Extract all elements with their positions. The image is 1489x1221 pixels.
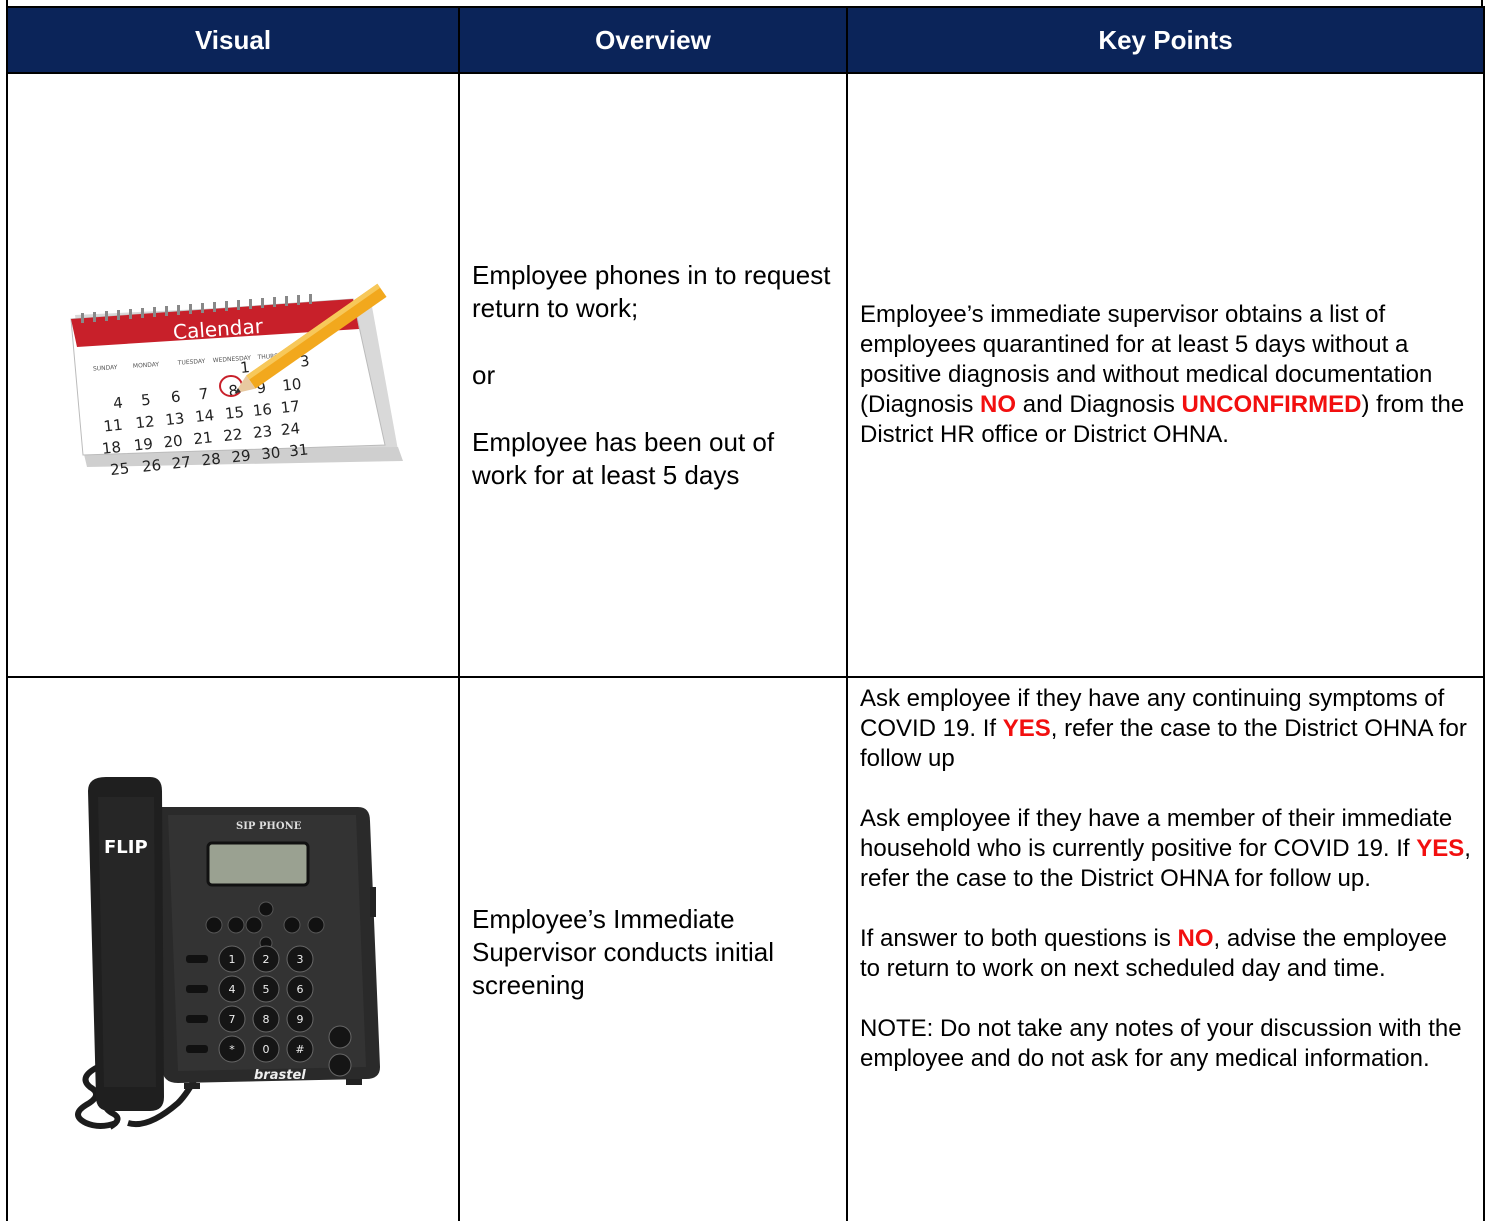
- overview-line-2: or: [472, 359, 496, 390]
- svg-text:23: 23: [252, 422, 273, 442]
- svg-text:29: 29: [231, 446, 252, 466]
- svg-text:7: 7: [198, 385, 209, 404]
- desk-phone-icon: FLIP SIP PHONE 1 2 3 4 5 6 7 8 9 * 0 # b…: [75, 777, 380, 1130]
- svg-text:9: 9: [297, 1013, 304, 1026]
- key-points-text: Employee’s immediate supervisor obtains …: [860, 301, 1465, 448]
- no-highlight: NO: [1177, 925, 1214, 952]
- header-visual: Visual: [6, 6, 460, 74]
- svg-text:27: 27: [171, 453, 192, 473]
- svg-text:4: 4: [112, 394, 123, 413]
- overview-cell: Employee’s Immediate Supervisor conducts…: [458, 676, 848, 1221]
- yes-highlight: YES: [1416, 835, 1465, 862]
- calendar-with-pencil-icon: Calendar SUNDAYMONDAYTUESDAY WEDNESDAYTH…: [70, 283, 403, 475]
- header-overview: Overview: [458, 6, 848, 74]
- svg-text:15: 15: [224, 403, 245, 423]
- svg-text:0: 0: [263, 1043, 270, 1056]
- overview-line-3: Employee has been out of work for at lea…: [472, 426, 775, 490]
- svg-text:16: 16: [252, 400, 273, 420]
- diagnosis-unconfirmed-highlight: UNCONFIRMED: [1181, 391, 1362, 418]
- svg-text:30: 30: [260, 443, 281, 463]
- svg-text:18: 18: [101, 438, 122, 458]
- visual-cell: Calendar SUNDAYMONDAYTUESDAY WEDNESDAYTH…: [6, 72, 460, 678]
- svg-text:4: 4: [229, 983, 236, 996]
- svg-text:*: *: [229, 1043, 235, 1056]
- svg-text:5: 5: [140, 391, 151, 410]
- key-point-symptoms: Ask employee if they have any continuing…: [860, 685, 1467, 772]
- procedure-table: Visual Overview Key Points Calendar SUND…: [6, 6, 1485, 1221]
- svg-text:21: 21: [193, 428, 214, 448]
- phone-image: FLIP SIP PHONE 1 2 3 4 5 6 7 8 9 * 0 # b…: [8, 767, 458, 1137]
- svg-text:#: #: [295, 1043, 304, 1056]
- svg-text:6: 6: [297, 983, 304, 996]
- svg-text:1: 1: [229, 953, 236, 966]
- table-row: FLIP SIP PHONE 1 2 3 4 5 6 7 8 9 * 0 # b…: [6, 676, 1485, 1221]
- table-header-row: Visual Overview Key Points: [6, 6, 1485, 74]
- header-key-points: Key Points: [846, 6, 1485, 74]
- visual-cell: FLIP SIP PHONE 1 2 3 4 5 6 7 8 9 * 0 # b…: [6, 676, 460, 1221]
- svg-text:8: 8: [263, 1013, 270, 1026]
- svg-text:13: 13: [164, 409, 185, 429]
- key-points-cell: Employee’s immediate supervisor obtains …: [846, 72, 1485, 678]
- svg-text:31: 31: [288, 440, 309, 460]
- svg-text:25: 25: [109, 459, 130, 475]
- svg-text:19: 19: [133, 435, 154, 455]
- svg-text:14: 14: [194, 406, 215, 426]
- svg-text:10: 10: [281, 375, 302, 395]
- phone-brand: FLIP: [104, 837, 148, 858]
- key-point-note: NOTE: Do not take any notes of your disc…: [860, 1015, 1462, 1072]
- overview-text: Employee’s Immediate Supervisor conducts…: [472, 903, 775, 1000]
- svg-text:11: 11: [103, 416, 124, 436]
- svg-text:28: 28: [201, 450, 222, 470]
- table-row: Calendar SUNDAYMONDAYTUESDAY WEDNESDAYTH…: [6, 72, 1485, 678]
- svg-text:6: 6: [170, 388, 181, 407]
- svg-text:26: 26: [141, 456, 162, 475]
- key-points-cell: Ask employee if they have any continuing…: [846, 676, 1485, 1221]
- svg-text:12: 12: [135, 412, 156, 432]
- key-point-household: Ask employee if they have a member of th…: [860, 805, 1471, 892]
- svg-text:5: 5: [263, 983, 270, 996]
- phone-maker: brastel: [254, 1068, 306, 1083]
- svg-text:20: 20: [163, 432, 184, 452]
- diagnosis-no-highlight: NO: [980, 391, 1017, 418]
- svg-text:3: 3: [297, 953, 304, 966]
- svg-text:2: 2: [263, 953, 270, 966]
- svg-text:17: 17: [280, 397, 301, 417]
- svg-text:24: 24: [280, 419, 301, 439]
- overview-cell: Employee phones in to request return to …: [458, 72, 848, 678]
- overview-line-1: Employee phones in to request return to …: [472, 259, 831, 323]
- yes-highlight: YES: [1002, 715, 1051, 742]
- calendar-image: Calendar SUNDAYMONDAYTUESDAY WEDNESDAYTH…: [8, 275, 458, 475]
- phone-label: SIP PHONE: [236, 821, 302, 832]
- svg-text:7: 7: [229, 1013, 236, 1026]
- svg-text:22: 22: [222, 425, 243, 445]
- key-point-return: If answer to both questions is NO, advis…: [860, 925, 1447, 982]
